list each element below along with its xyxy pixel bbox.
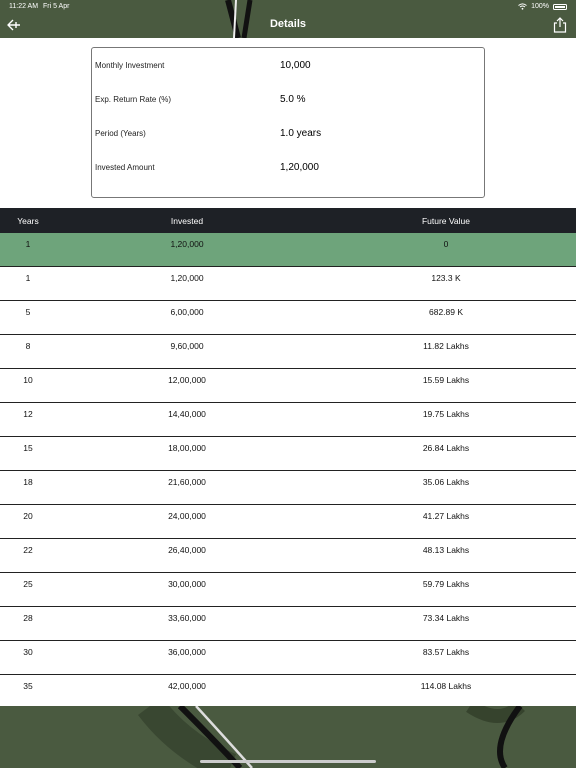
- wifi-icon: [518, 3, 527, 10]
- cell-invested: 42,00,000: [168, 681, 206, 691]
- period-row: Period (Years) 1.0 years: [92, 123, 484, 143]
- page-title: Details: [269, 18, 307, 30]
- status-bar: 11:22 AM Fri 5 Apr 100%: [0, 0, 576, 14]
- table-row[interactable]: 20 24,00,000 41.27 Lakhs: [0, 505, 576, 539]
- cell-years: 22: [23, 545, 33, 555]
- footer-background-graphic: [0, 706, 576, 768]
- cell-invested: 36,00,000: [168, 647, 206, 657]
- battery-icon: [553, 3, 567, 10]
- cell-future-value: 123.3 K: [431, 273, 461, 283]
- cell-invested: 1,20,000: [170, 239, 204, 249]
- cell-invested: 12,00,000: [168, 375, 206, 385]
- cell-years: 10: [23, 375, 33, 385]
- return-rate-label: Exp. Return Rate (%): [95, 94, 172, 104]
- status-time: 11:22 AM: [9, 3, 39, 10]
- cell-future-value: 114.08 Lakhs: [420, 681, 472, 691]
- table-row[interactable]: 25 30,00,000 59.79 Lakhs: [0, 573, 576, 607]
- table-row[interactable]: 30 36,00,000 83.57 Lakhs: [0, 641, 576, 675]
- invested-amount-value: 1,20,000: [280, 161, 319, 173]
- table-row[interactable]: 12 14,40,000 19.75 Lakhs: [0, 403, 576, 437]
- header-years: Years: [17, 216, 39, 226]
- table-row[interactable]: 18 21,60,000 35.06 Lakhs: [0, 471, 576, 505]
- invested-amount-label: Invested Amount: [95, 162, 155, 172]
- footer-background: [0, 706, 576, 768]
- cell-future-value: 0: [443, 239, 449, 249]
- table-row[interactable]: 15 18,00,000 26.84 Lakhs: [0, 437, 576, 471]
- cell-invested: 30,00,000: [168, 579, 206, 589]
- cell-invested: 33,60,000: [168, 613, 206, 623]
- table-row[interactable]: 1 1,20,000 0: [0, 233, 576, 267]
- nav-bar: 11:22 AM Fri 5 Apr 100% Details: [0, 0, 576, 38]
- cell-years: 12: [23, 409, 33, 419]
- cell-future-value: 35.06 Lakhs: [422, 477, 470, 487]
- battery-percent: 100%: [531, 3, 549, 10]
- details-card: Monthly Investment 10,000 Exp. Return Ra…: [91, 47, 485, 198]
- cell-future-value: 59.79 Lakhs: [422, 579, 470, 589]
- cell-invested: 18,00,000: [168, 443, 206, 453]
- cell-invested: 21,60,000: [168, 477, 206, 487]
- cell-years: 1: [25, 273, 31, 283]
- status-indicators: 100%: [518, 3, 567, 10]
- cell-invested: 1,20,000: [170, 273, 204, 283]
- cell-years: 30: [23, 647, 33, 657]
- cell-years: 5: [25, 307, 31, 317]
- monthly-investment-row: Monthly Investment 10,000: [92, 55, 484, 75]
- cell-invested: 6,00,000: [170, 307, 204, 317]
- status-date: Fri 5 Apr: [43, 3, 70, 10]
- table-header: Years Invested Future Value: [0, 208, 576, 233]
- monthly-investment-value: 10,000: [280, 59, 311, 71]
- cell-years: 8: [25, 341, 31, 351]
- header-invested: Invested: [170, 216, 204, 226]
- share-icon[interactable]: [553, 17, 567, 33]
- period-label: Period (Years): [95, 128, 146, 138]
- cell-future-value: 682.89 K: [428, 307, 464, 317]
- cell-invested: 24,00,000: [168, 511, 206, 521]
- monthly-investment-label: Monthly Investment: [95, 60, 165, 70]
- cell-years: 15: [23, 443, 33, 453]
- table-row[interactable]: 5 6,00,000 682.89 K: [0, 301, 576, 335]
- period-value: 1.0 years: [280, 127, 322, 139]
- cell-future-value: 73.34 Lakhs: [422, 613, 470, 623]
- return-rate-value: 5.0 %: [280, 93, 306, 105]
- cell-future-value: 15.59 Lakhs: [422, 375, 470, 385]
- cell-future-value: 19.75 Lakhs: [422, 409, 470, 419]
- cell-years: 18: [23, 477, 33, 487]
- cell-future-value: 11.82 Lakhs: [423, 341, 469, 351]
- table-row[interactable]: 22 26,40,000 48.13 Lakhs: [0, 539, 576, 573]
- table-row[interactable]: 1 1,20,000 123.3 K: [0, 267, 576, 301]
- cell-invested: 26,40,000: [168, 545, 206, 555]
- cell-years: 35: [23, 681, 33, 691]
- cell-invested: 9,60,000: [170, 341, 204, 351]
- home-indicator[interactable]: [200, 760, 376, 763]
- table-row[interactable]: 35 42,00,000 114.08 Lakhs: [0, 675, 576, 709]
- cell-years: 28: [23, 613, 33, 623]
- cell-years: 1: [25, 239, 31, 249]
- invested-amount-row: Invested Amount 1,20,000: [92, 157, 484, 177]
- table-row[interactable]: 10 12,00,000 15.59 Lakhs: [0, 369, 576, 403]
- cell-future-value: 83.57 Lakhs: [422, 647, 470, 657]
- table-row[interactable]: 8 9,60,000 11.82 Lakhs: [0, 335, 576, 369]
- cell-invested: 14,40,000: [168, 409, 206, 419]
- cell-future-value: 26.84 Lakhs: [422, 443, 470, 453]
- return-rate-row: Exp. Return Rate (%) 5.0 %: [92, 89, 484, 109]
- table-row[interactable]: 28 33,60,000 73.34 Lakhs: [0, 607, 576, 641]
- cell-years: 20: [23, 511, 33, 521]
- cell-future-value: 41.27 Lakhs: [422, 511, 470, 521]
- header-future-value: Future Value: [421, 216, 471, 226]
- cell-years: 25: [23, 579, 33, 589]
- cell-future-value: 48.13 Lakhs: [422, 545, 470, 555]
